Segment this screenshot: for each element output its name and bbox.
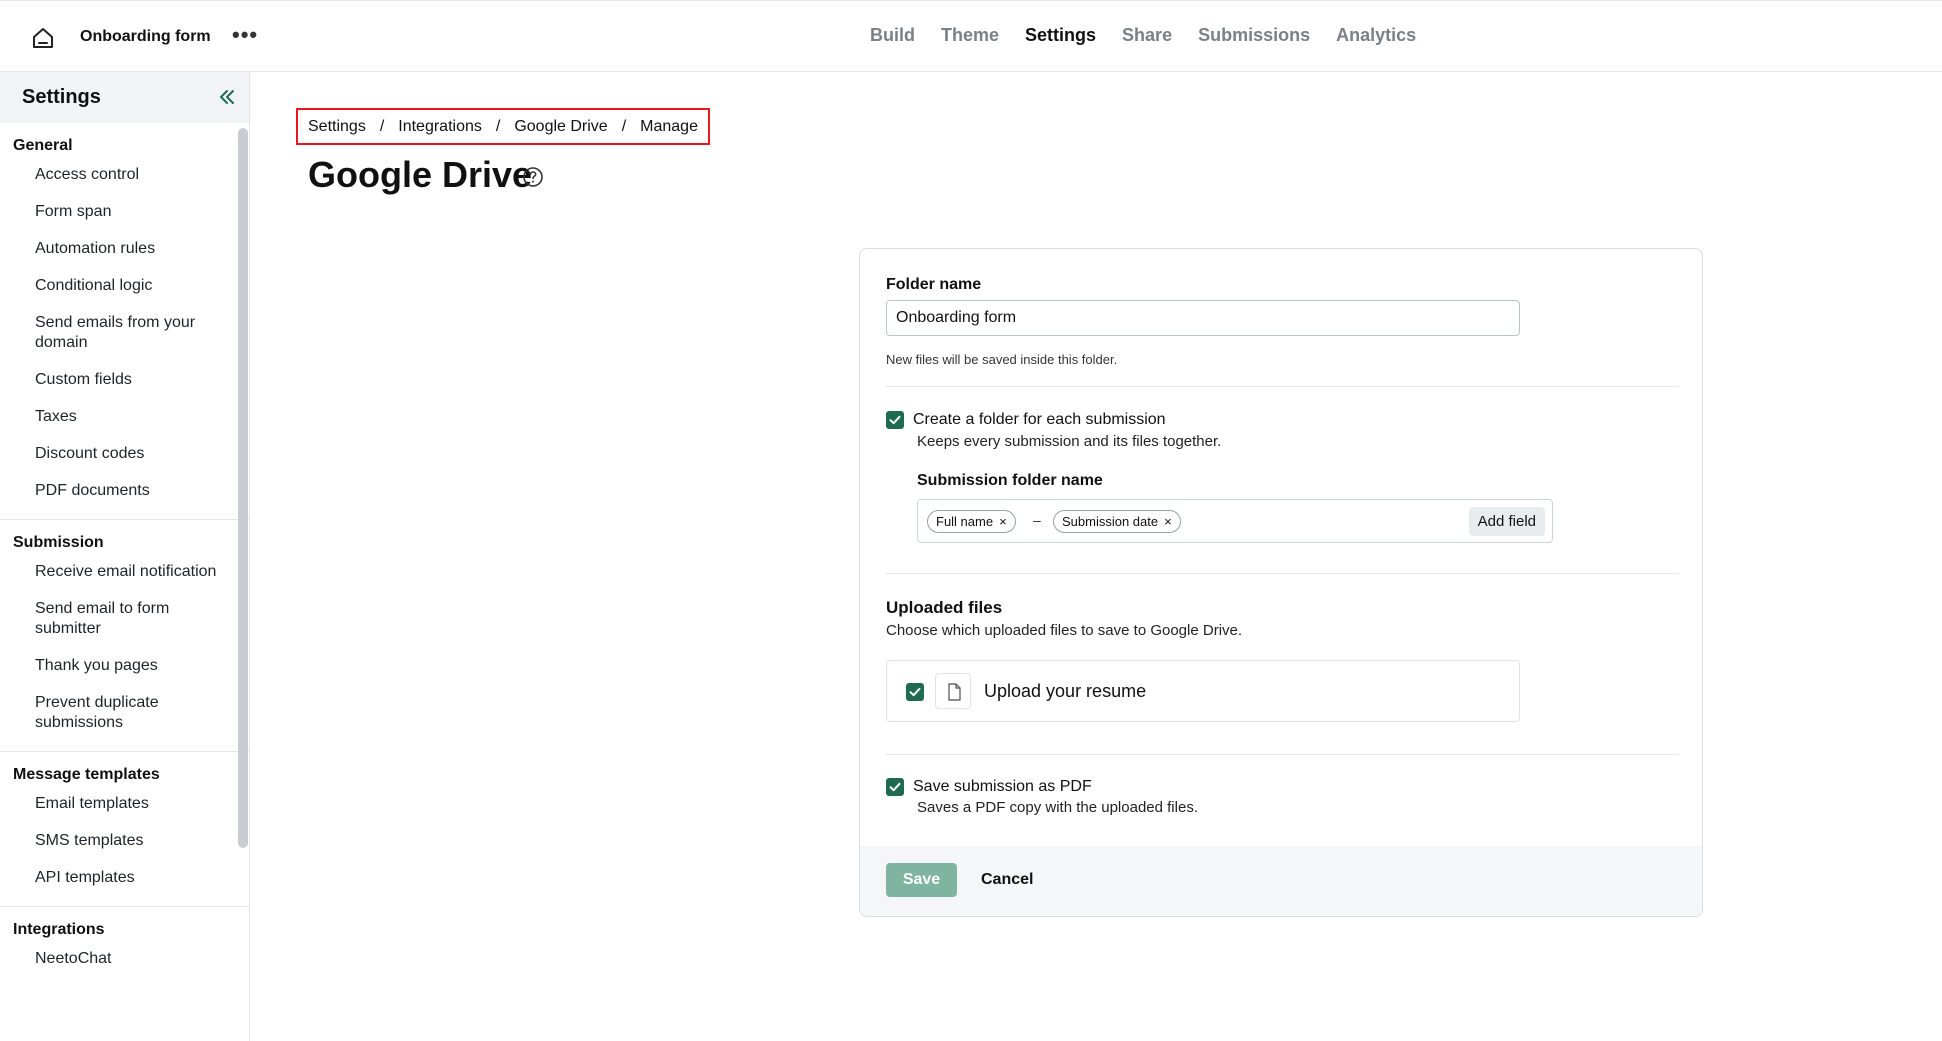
sidebar-item-taxes[interactable]: Taxes — [0, 407, 249, 427]
tag-label: Submission date — [1062, 514, 1159, 529]
breadcrumb-google-drive[interactable]: Google Drive — [514, 118, 607, 136]
breadcrumb-separator: / — [495, 117, 501, 135]
tab-share[interactable]: Share — [1122, 25, 1172, 46]
double-chevron-left-icon[interactable] — [218, 88, 236, 106]
breadcrumb-integrations[interactable]: Integrations — [398, 118, 482, 136]
settings-sidebar: Settings General Access control Form spa… — [0, 72, 250, 1041]
folder-name-hint: New files will be saved inside this fold… — [886, 352, 1118, 367]
question-circle-icon[interactable] — [522, 166, 544, 188]
uploaded-files-description: Choose which uploaded files to save to G… — [886, 622, 1243, 639]
sidebar-group-submission: Submission Receive email notification Se… — [0, 520, 249, 752]
divider — [886, 573, 1678, 574]
breadcrumb-manage: Manage — [640, 117, 698, 135]
check-icon — [889, 415, 901, 425]
save-pdf-label: Save submission as PDF — [913, 778, 1092, 795]
card-footer: Save Cancel — [860, 846, 1702, 916]
sidebar-group-message-templates: Message templates Email templates SMS te… — [0, 752, 249, 907]
sidebar-item-api-templates[interactable]: API templates — [0, 868, 249, 888]
create-folder-description: Keeps every submission and its files tog… — [917, 433, 1222, 450]
save-pdf-checkbox[interactable] — [886, 778, 904, 796]
tab-settings[interactable]: Settings — [1025, 25, 1096, 46]
sidebar-title: Settings — [22, 86, 101, 108]
submission-folder-name-field[interactable]: Full name × – Submission date × Add field — [917, 499, 1553, 543]
tag-separator: – — [1033, 512, 1041, 528]
sidebar-item-send-email-submitter[interactable]: Send email to form submitter — [0, 599, 249, 639]
sidebar-group-title: Integrations — [13, 921, 105, 938]
breadcrumb: Settings / Integrations / Google Drive /… — [296, 108, 710, 145]
form-title: Onboarding form — [80, 28, 211, 45]
save-pdf-description: Saves a PDF copy with the uploaded files… — [917, 799, 1198, 816]
file-checkbox[interactable] — [906, 683, 924, 701]
close-icon[interactable]: × — [999, 514, 1007, 529]
submission-folder-name-label: Submission folder name — [917, 472, 1103, 489]
sidebar-item-neetochat[interactable]: NeetoChat — [0, 949, 249, 969]
nav-tabs: Build Theme Settings Share Submissions A… — [870, 25, 1442, 46]
tab-theme[interactable]: Theme — [941, 25, 999, 46]
sidebar-group-title: General — [13, 137, 73, 154]
sidebar-item-thank-you-pages[interactable]: Thank you pages — [0, 656, 249, 676]
page-title: Google Drive — [308, 154, 533, 195]
main-content: Settings / Integrations / Google Drive /… — [264, 72, 1942, 1041]
divider — [886, 386, 1678, 387]
tag-full-name: Full name × — [927, 510, 1016, 533]
breadcrumb-separator: / — [621, 117, 627, 135]
more-horizontal-icon[interactable]: ••• — [232, 24, 258, 46]
sidebar-item-discount-codes[interactable]: Discount codes — [0, 444, 249, 464]
sidebar-item-conditional-logic[interactable]: Conditional logic — [0, 276, 249, 296]
sidebar-item-access-control[interactable]: Access control — [0, 165, 249, 185]
sidebar-group-title: Message templates — [13, 766, 160, 783]
cancel-button[interactable]: Cancel — [981, 871, 1033, 889]
create-folder-label: Create a folder for each submission — [913, 411, 1166, 428]
save-button[interactable]: Save — [886, 863, 957, 897]
folder-name-label: Folder name — [886, 276, 982, 293]
sidebar-item-pdf-documents[interactable]: PDF documents — [0, 481, 249, 501]
check-icon — [909, 687, 921, 697]
tag-submission-date: Submission date × — [1053, 510, 1181, 533]
sidebar-group-general: General Access control Form span Automat… — [0, 123, 249, 520]
folder-name-input[interactable] — [886, 300, 1520, 336]
sidebar-item-sms-templates[interactable]: SMS templates — [0, 831, 249, 851]
top-bar: Onboarding form ••• Build Theme Settings… — [0, 0, 1942, 72]
file-name: Upload your resume — [984, 681, 1147, 701]
sidebar-item-automation-rules[interactable]: Automation rules — [0, 239, 249, 259]
sidebar-item-prevent-duplicate[interactable]: Prevent duplicate submissions — [0, 693, 249, 733]
file-row: Upload your resume — [886, 660, 1520, 722]
tab-submissions[interactable]: Submissions — [1198, 25, 1310, 46]
tab-build[interactable]: Build — [870, 25, 915, 46]
create-folder-checkbox[interactable] — [886, 411, 904, 429]
sidebar-group-integrations: Integrations NeetoChat — [0, 907, 249, 987]
breadcrumb-separator: / — [379, 117, 385, 135]
check-icon — [889, 782, 901, 792]
add-field-button[interactable]: Add field — [1468, 507, 1545, 536]
sidebar-scrollbar[interactable] — [238, 128, 248, 848]
file-icon — [935, 673, 971, 709]
sidebar-item-email-templates[interactable]: Email templates — [0, 794, 249, 814]
tag-label: Full name — [936, 514, 994, 529]
divider — [886, 754, 1678, 755]
uploaded-files-title: Uploaded files — [886, 598, 1003, 617]
google-drive-settings-card: Folder name New files will be saved insi… — [859, 248, 1703, 917]
sidebar-group-title: Submission — [13, 534, 104, 551]
home-icon[interactable] — [30, 25, 56, 51]
sidebar-item-send-emails-domain[interactable]: Send emails from your domain — [0, 313, 249, 353]
close-icon[interactable]: × — [1164, 514, 1172, 529]
breadcrumb-settings[interactable]: Settings — [308, 118, 366, 136]
sidebar-item-custom-fields[interactable]: Custom fields — [0, 370, 249, 390]
sidebar-item-form-span[interactable]: Form span — [0, 202, 249, 222]
sidebar-header: Settings — [0, 72, 249, 123]
tab-analytics[interactable]: Analytics — [1336, 25, 1416, 46]
sidebar-content: General Access control Form span Automat… — [0, 123, 249, 987]
sidebar-item-receive-email[interactable]: Receive email notification — [0, 562, 249, 582]
